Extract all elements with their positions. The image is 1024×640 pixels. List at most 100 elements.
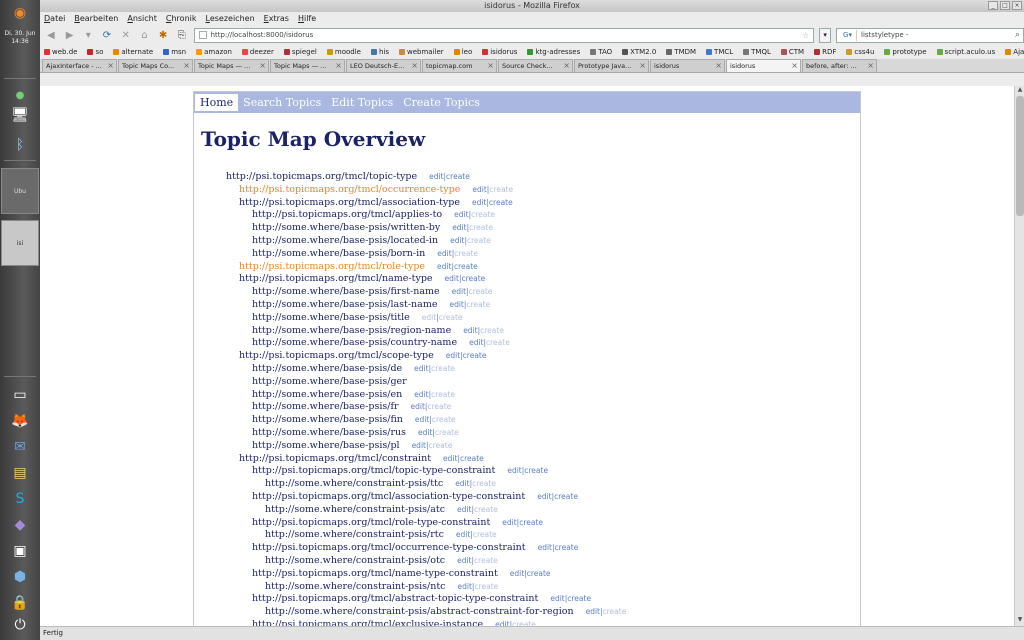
bookmark-item[interactable]: alternate bbox=[113, 48, 153, 56]
tab-close-icon[interactable]: × bbox=[867, 60, 874, 72]
desktop-icon[interactable]: ▭ bbox=[6, 384, 34, 406]
edit-link[interactable]: edit bbox=[429, 172, 443, 181]
edit-link[interactable]: edit bbox=[454, 210, 468, 219]
scroll-down-icon[interactable]: ▼ bbox=[1015, 616, 1024, 626]
edit-link[interactable]: edit bbox=[472, 198, 486, 207]
url-bar[interactable]: http://localhost:8000/isidorus ☆ bbox=[193, 27, 815, 43]
edit-link[interactable]: edit bbox=[510, 569, 524, 578]
menu-hilfe[interactable]: Hilfe bbox=[298, 14, 316, 23]
bookmark-item[interactable]: ktg-adresses bbox=[527, 48, 580, 56]
create-link[interactable]: create bbox=[567, 594, 591, 603]
bookmark-item[interactable]: TMQL bbox=[743, 48, 771, 56]
edit-link[interactable]: edit bbox=[414, 390, 428, 399]
browser-tab[interactable]: AjaxInterface - ... × bbox=[42, 59, 117, 72]
skype-icon[interactable]: S bbox=[6, 488, 34, 510]
nav-create-topics[interactable]: Create Topics bbox=[398, 92, 485, 113]
minimize-button[interactable]: _ bbox=[988, 1, 998, 10]
browser-tab[interactable]: Source Check... × bbox=[498, 59, 573, 72]
edit-link[interactable]: edit bbox=[437, 262, 451, 271]
firefox-icon[interactable]: 🦊 bbox=[6, 410, 34, 432]
create-link[interactable]: create bbox=[461, 274, 485, 283]
network-icon[interactable]: ● bbox=[6, 84, 34, 106]
history-dropdown-icon[interactable]: ▾ bbox=[81, 28, 95, 42]
browser-tab[interactable]: Topic Maps — ... × bbox=[270, 59, 345, 72]
edit-link[interactable]: edit bbox=[449, 300, 463, 309]
bookmark-item[interactable]: web.de bbox=[44, 48, 77, 56]
bookmark-item[interactable]: deezer bbox=[241, 48, 274, 56]
monitor-icon[interactable]: 🖥 bbox=[6, 104, 34, 126]
create-link[interactable]: create bbox=[554, 492, 578, 501]
bookmark-item[interactable]: script.aculo.us bbox=[936, 48, 995, 56]
bookmark-item[interactable]: webmailer bbox=[399, 48, 444, 56]
edit-link[interactable]: edit bbox=[414, 364, 428, 373]
tab-close-icon[interactable]: × bbox=[563, 60, 570, 72]
power-icon[interactable]: ⏻ bbox=[6, 614, 34, 636]
edit-link[interactable]: edit bbox=[550, 594, 564, 603]
edit-link[interactable]: edit bbox=[538, 543, 552, 552]
menu-datei[interactable]: Datei bbox=[44, 14, 65, 23]
scroll-up-icon[interactable]: ▲ bbox=[1015, 86, 1024, 96]
notes-icon[interactable]: ▤ bbox=[6, 462, 34, 484]
task-isidorus[interactable]: isi bbox=[1, 220, 39, 266]
create-link[interactable]: create bbox=[446, 172, 470, 181]
bookmark-item[interactable]: Ajaxian bbox=[1005, 48, 1024, 56]
bookmark-item[interactable]: TAO bbox=[590, 48, 612, 56]
edit-link[interactable]: edit bbox=[537, 492, 551, 501]
forward-icon[interactable]: ▶ bbox=[63, 28, 77, 42]
task-ubuntu[interactable]: Ubu bbox=[1, 168, 39, 214]
ubuntu-icon[interactable]: ◉ bbox=[6, 2, 34, 24]
bookmark-item[interactable]: TMDM bbox=[666, 48, 696, 56]
create-link[interactable]: create bbox=[524, 466, 548, 475]
edit-link[interactable]: edit bbox=[443, 454, 457, 463]
tab-close-icon[interactable]: × bbox=[335, 60, 342, 72]
create-link[interactable]: create bbox=[454, 262, 478, 271]
edit-link[interactable]: edit bbox=[415, 415, 429, 424]
tab-close-icon[interactable]: × bbox=[259, 60, 266, 72]
create-link[interactable]: create bbox=[555, 543, 579, 552]
thunderbird-icon[interactable]: ✉ bbox=[6, 436, 34, 458]
bookmark-item[interactable]: moodle bbox=[326, 48, 361, 56]
pidgin-icon[interactable]: ◆ bbox=[6, 514, 34, 536]
maximize-button[interactable]: □ bbox=[1000, 1, 1010, 10]
bookmark-item[interactable]: spiegel bbox=[283, 48, 317, 56]
tab-close-icon[interactable]: × bbox=[791, 60, 798, 72]
bookmark-item[interactable]: leo bbox=[453, 48, 472, 56]
lock-icon[interactable]: 🔒 bbox=[6, 592, 34, 614]
nav-home[interactable]: Home bbox=[195, 94, 239, 111]
bookmark-star-icon[interactable]: ☆ bbox=[802, 31, 809, 40]
bookmark-item[interactable]: RDF bbox=[814, 48, 836, 56]
edit-link[interactable]: edit bbox=[507, 466, 521, 475]
edit-link[interactable]: edit bbox=[458, 582, 472, 591]
tab-close-icon[interactable]: × bbox=[487, 60, 494, 72]
create-link[interactable]: create bbox=[460, 454, 484, 463]
search-engine-icon[interactable]: G▾ bbox=[839, 29, 858, 41]
menu-bearbeiten[interactable]: Bearbeiten bbox=[74, 14, 118, 23]
home-icon[interactable]: ⌂ bbox=[138, 28, 152, 42]
edit-link[interactable]: edit bbox=[586, 607, 600, 616]
virtualbox-icon[interactable]: ⬢ bbox=[6, 566, 34, 588]
firebug-icon[interactable]: ✱ bbox=[156, 28, 170, 42]
browser-tab[interactable]: LEO Deutsch-E... × bbox=[346, 59, 421, 72]
search-icon[interactable]: ⌕ bbox=[1015, 30, 1020, 40]
bookmark-item[interactable]: isidorus bbox=[482, 48, 517, 56]
edit-link[interactable]: edit bbox=[446, 351, 460, 360]
edit-link[interactable]: edit bbox=[463, 326, 477, 335]
edit-link[interactable]: edit bbox=[456, 530, 470, 539]
tab-close-icon[interactable]: × bbox=[411, 60, 418, 72]
edit-link[interactable]: edit bbox=[422, 313, 436, 322]
create-link[interactable]: create bbox=[463, 351, 487, 360]
bookmark-item[interactable]: TMCL bbox=[706, 48, 733, 56]
bookmark-item[interactable]: so bbox=[87, 48, 103, 56]
create-link[interactable]: create bbox=[527, 569, 551, 578]
bookmark-item[interactable]: msn bbox=[163, 48, 186, 56]
bookmark-item[interactable]: XTM2.0 bbox=[622, 48, 656, 56]
bookmark-item[interactable]: CTM bbox=[780, 48, 804, 56]
menu-chronik[interactable]: Chronik bbox=[166, 14, 197, 23]
edit-link[interactable]: edit bbox=[437, 249, 451, 258]
browser-tab[interactable]: topicmap.com × bbox=[422, 59, 497, 72]
bookmark-item[interactable]: his bbox=[370, 48, 389, 56]
edit-link[interactable]: edit bbox=[472, 185, 486, 194]
create-link[interactable]: create bbox=[519, 518, 543, 527]
tab-close-icon[interactable]: × bbox=[639, 60, 646, 72]
nav-search-topics[interactable]: Search Topics bbox=[238, 92, 326, 113]
